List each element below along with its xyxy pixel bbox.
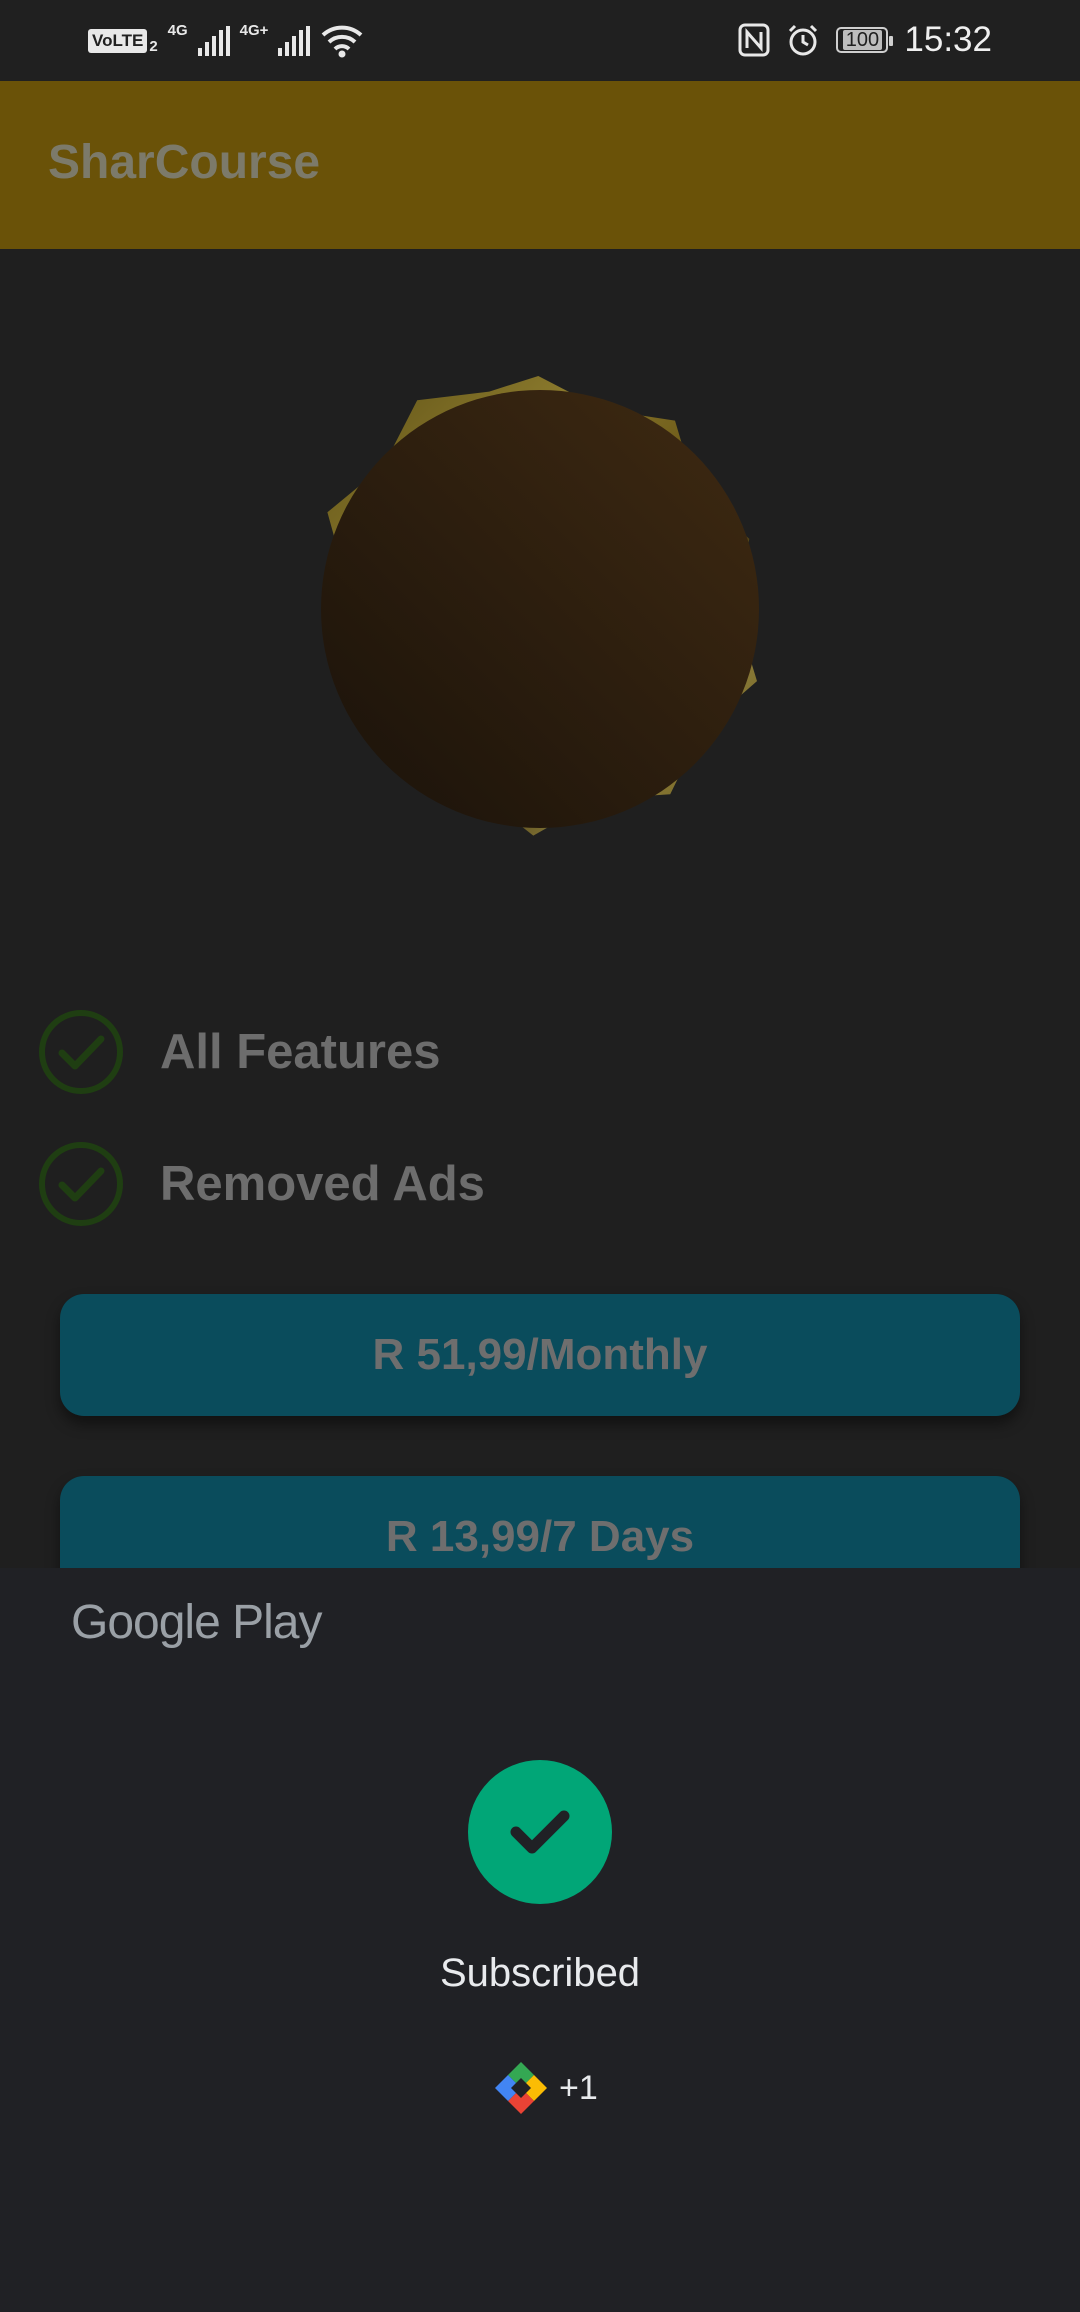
success-check-icon [468,1760,612,1904]
network-type-2: 4G+ [239,22,269,39]
wifi-icon [322,25,363,58]
play-points-reward: +1 [493,2060,598,2116]
google-play-logo: Google Play [71,1596,322,1649]
alarm-icon [789,24,818,56]
feature-label: All Features [160,1025,441,1079]
battery-icon: 100 [836,27,894,53]
battery-level: 100 [842,30,883,50]
sim-index: 2 [149,37,158,55]
app-title: SharCourse [48,136,321,189]
status-right: 100 15:32 [738,18,992,62]
check-circle-icon [39,1142,123,1226]
screen: VoLTE 2 4G 4G+ 100 15:32 SharCourse All … [0,0,1080,2312]
signal-icon [278,26,311,56]
status-bar: VoLTE 2 4G 4G+ 100 15:32 [0,0,1080,81]
volte-label: VoLTE [88,29,148,53]
status-time: 15:32 [904,20,992,59]
app-bar: SharCourse [0,81,1080,249]
volte-indicator: VoLTE 2 [88,26,158,56]
monthly-plan-button[interactable]: R 51,99/Monthly [60,1294,1020,1416]
checkmark-icon [510,1810,570,1854]
premium-badge-icon [321,376,759,836]
subscription-status: Subscribed [439,1951,641,1995]
network-type-1: 4G [167,22,188,39]
feature-label: Removed Ads [160,1157,485,1211]
status-left: VoLTE 2 4G 4G+ [88,20,364,62]
signal-icon [197,26,230,56]
points-count: +1 [559,2068,598,2107]
feature-all-features: All Features [38,1009,440,1095]
feature-removed-ads: Removed Ads [38,1141,485,1227]
google-play-sheet [0,1568,1080,2312]
check-circle-icon [39,1010,123,1094]
nfc-icon [738,23,770,57]
google-play-points-icon [495,2062,547,2114]
